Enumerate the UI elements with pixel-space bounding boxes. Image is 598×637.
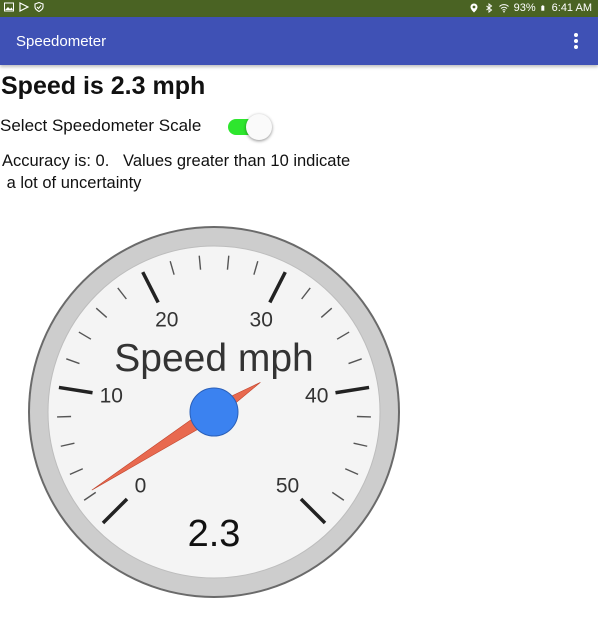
gauge-title: Speed mph [114,337,313,380]
location-icon [470,3,478,13]
app-title: Speedometer [16,33,107,50]
gauge-label-10: 10 [100,385,123,408]
gauge-hub [189,387,239,437]
accuracy-text: Accuracy is: 0. Values greater than 10 i… [2,150,432,194]
gauge-label-0: 0 [135,475,147,498]
gauge-label-50: 50 [276,475,299,498]
bluetooth-icon [485,3,492,13]
image-icon [4,2,14,12]
gauge-label-40: 40 [305,385,328,408]
gauge-value-readout: 2.3 [188,513,241,555]
gauge-label-20: 20 [155,308,178,331]
battery-percent: 93% [513,2,536,14]
wifi-icon [498,4,509,13]
speedometer-gauge: 0 10 20 30 40 50 Speed mph 2.3 [28,226,400,598]
speed-heading: Speed is 2.3 mph [1,72,206,100]
play-store-icon [19,2,29,12]
app-bar: Speedometer [0,17,598,65]
status-time: 6:41 AM [551,2,592,14]
shield-icon [34,2,44,12]
gauge-label-30: 30 [250,308,273,331]
accuracy-line-2: a lot of uncertainty [2,174,142,192]
accuracy-line-1: Accuracy is: 0. Values greater than 10 i… [2,152,351,170]
status-bar: 93% 6:41 AM [0,0,598,17]
scale-toggle-label: Select Speedometer Scale [0,116,202,135]
battery-icon [540,5,544,11]
switch-thumb [246,114,272,140]
more-vert-icon[interactable] [568,31,584,51]
speedometer-scale-switch[interactable] [226,114,274,140]
